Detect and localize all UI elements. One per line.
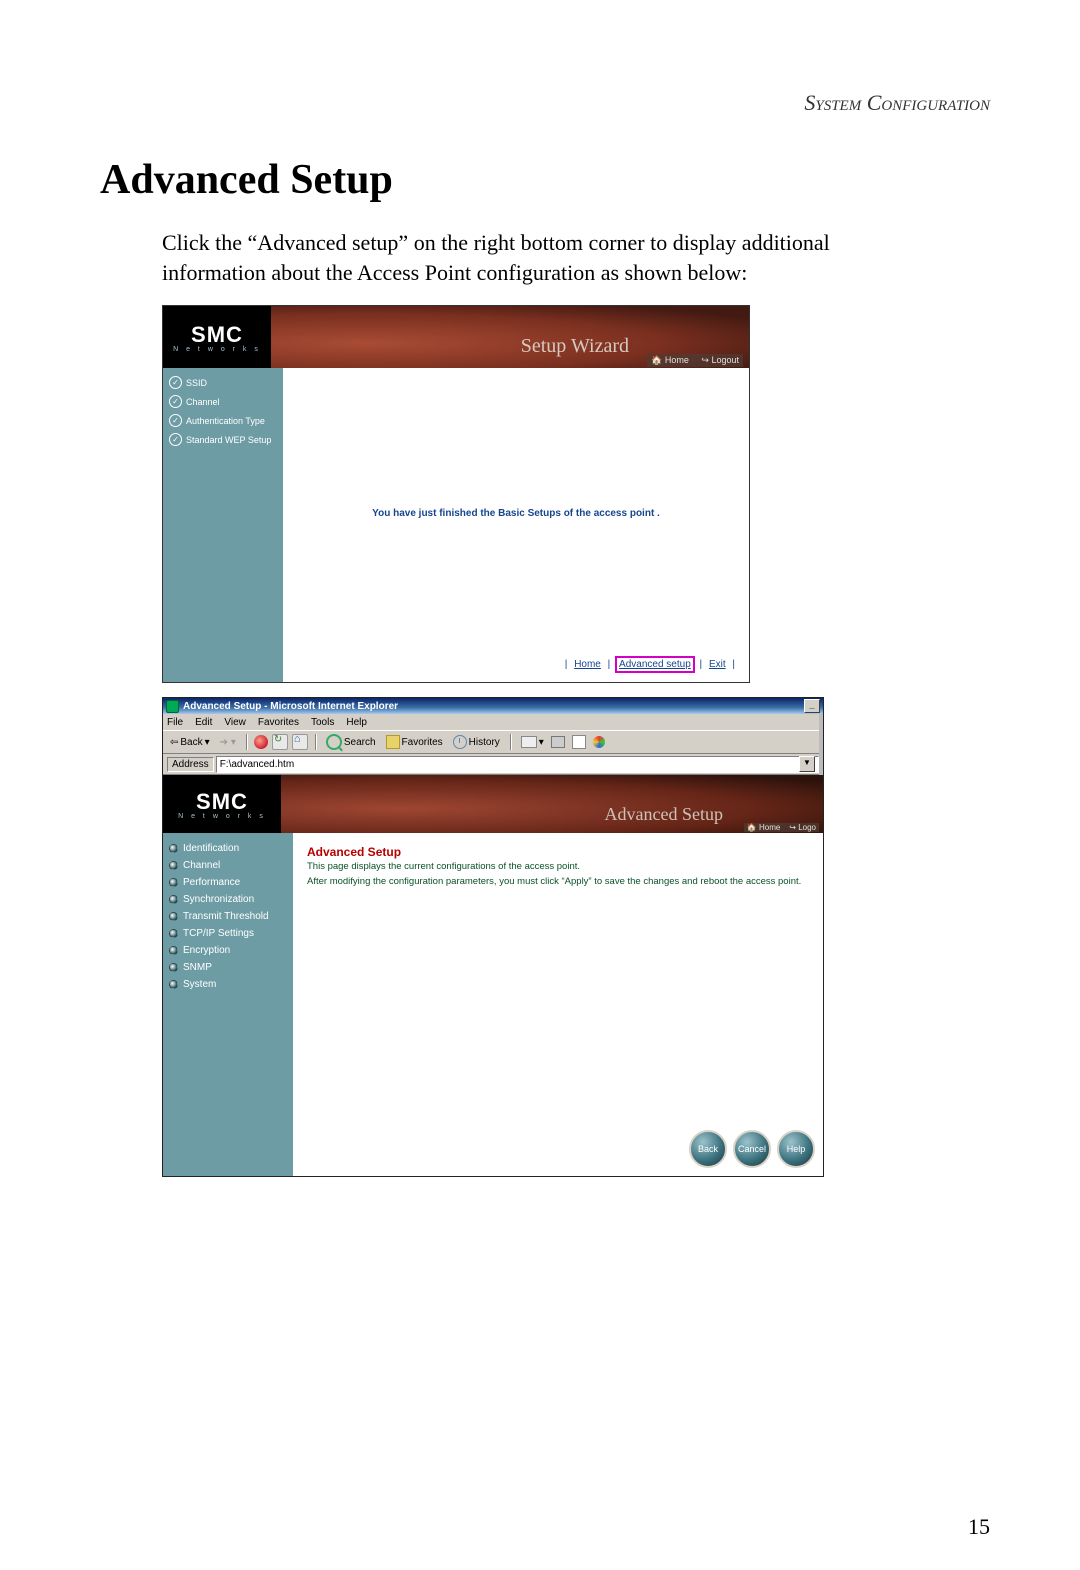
wizard-exit-link[interactable]: Exit [707,658,728,671]
check-icon: ✓ [169,395,182,408]
check-icon: ✓ [169,414,182,427]
banner-home-link[interactable]: 🏠 Home [651,355,689,365]
content-heading: Advanced Setup [307,845,809,859]
menu-file[interactable]: File [167,717,183,728]
window-titlebar: Advanced Setup - Microsoft Internet Expl… [163,698,823,714]
sidebar-item-auth-type[interactable]: ✓Authentication Type [169,414,277,427]
banner-links: 🏠 Home ↪ Logout [647,354,743,367]
bullet-icon [169,861,178,870]
banner-logout-link[interactable]: ↪ Logo [789,823,816,832]
home-icon[interactable] [292,734,308,750]
sidebar-item-system[interactable]: System [169,979,287,990]
bullet-icon [169,844,178,853]
search-button[interactable]: Search [323,733,379,751]
history-icon [453,735,467,749]
screenshot-setup-wizard: SMC N e t w o r k s Setup Wizard 🏠 Home … [162,305,750,683]
sidebar-item-synchronization[interactable]: Synchronization [169,894,287,905]
menu-edit[interactable]: Edit [195,717,212,728]
address-bar: Address F:\advanced.htm ▼ [163,754,823,775]
bullet-icon [169,980,178,989]
address-label: Address [167,757,214,772]
edit-button[interactable] [569,734,589,750]
banner-title: Advanced Setup [605,804,723,825]
action-buttons: Back Cancel Help [689,1130,815,1168]
favorites-icon [386,735,400,749]
bullet-icon [169,946,178,955]
window-title: Advanced Setup - Microsoft Internet Expl… [183,701,802,712]
banner: Advanced Setup 🏠 Home ↪ Logo [281,775,823,833]
wizard-finished-message: You have just finished the Basic Setups … [283,508,749,519]
menu-tools[interactable]: Tools [311,717,334,728]
sidebar-item-tcpip[interactable]: TCP/IP Settings [169,928,287,939]
bullet-icon [169,878,178,887]
address-dropdown-icon[interactable]: ▼ [799,756,815,772]
forward-button[interactable]: ➔ ▾ [217,736,239,749]
intro-paragraph: Click the “Advanced setup” on the right … [162,228,922,287]
smc-logo: SMC N e t w o r k s [163,775,281,833]
help-round-button[interactable]: Help [777,1130,815,1168]
back-button[interactable]: ⇦ Back ▾ [167,736,213,749]
page-title: Advanced Setup [100,156,990,204]
bullet-icon [169,895,178,904]
sidebar-item-wep[interactable]: ✓Standard WEP Setup [169,433,277,446]
banner: Setup Wizard 🏠 Home ↪ Logout [271,306,749,368]
logo-text: SMC [191,322,243,348]
content-line-2: After modifying the configuration parame… [307,876,809,888]
sidebar-item-snmp[interactable]: SNMP [169,962,287,973]
sidebar-item-encryption[interactable]: Encryption [169,945,287,956]
refresh-icon[interactable] [272,734,288,750]
bullet-icon [169,929,178,938]
wizard-home-link[interactable]: Home [572,658,603,671]
page-number: 15 [968,1514,990,1540]
favorites-button[interactable]: Favorites [383,734,446,750]
sidebar-item-channel[interactable]: Channel [169,860,287,871]
wizard-footer-links: | Home | Advanced setup | Exit | [565,659,735,670]
history-button[interactable]: History [450,734,503,750]
wizard-content: You have just finished the Basic Setups … [283,368,749,682]
menu-favorites[interactable]: Favorites [258,717,299,728]
sidebar-item-channel[interactable]: ✓Channel [169,395,277,408]
messenger-icon[interactable] [593,736,605,748]
logo-subtext: N e t w o r k s [173,346,261,353]
smc-logo: SMC N e t w o r k s [163,306,271,368]
mail-icon [521,736,537,748]
check-icon: ✓ [169,376,182,389]
section-header: System Configuration [100,90,990,116]
banner-links: 🏠 Home ↪ Logo [744,823,819,832]
bullet-icon [169,963,178,972]
screenshot-ie-advanced-setup: Advanced Setup - Microsoft Internet Expl… [162,697,824,1177]
wizard-sidebar: ✓SSID ✓Channel ✓Authentication Type ✓Sta… [163,368,283,682]
sidebar-item-performance[interactable]: Performance [169,877,287,888]
check-icon: ✓ [169,433,182,446]
sidebar-item-transmit-threshold[interactable]: Transmit Threshold [169,911,287,922]
menubar: File Edit View Favorites Tools Help [163,714,823,730]
mail-button[interactable]: ▾ [518,735,547,749]
bullet-icon [169,912,178,921]
banner-home-link[interactable]: 🏠 Home [747,823,781,832]
ie-icon [166,700,179,713]
banner-title: Setup Wizard [521,335,629,358]
search-icon [326,734,342,750]
wizard-advanced-setup-link[interactable]: Advanced setup [615,656,695,673]
advanced-sidebar: Identification Channel Performance Synch… [163,833,293,1176]
toolbar: ⇦ Back ▾ ➔ ▾ Search Favorites History ▾ [163,730,823,754]
banner-logout-link[interactable]: ↪ Logout [701,355,739,365]
back-round-button[interactable]: Back [689,1130,727,1168]
cancel-round-button[interactable]: Cancel [733,1130,771,1168]
sidebar-item-ssid[interactable]: ✓SSID [169,376,277,389]
content-line-1: This page displays the current configura… [307,861,809,873]
sidebar-item-identification[interactable]: Identification [169,843,287,854]
address-value: F:\advanced.htm [220,759,294,770]
advanced-content: Advanced Setup This page displays the cu… [293,833,823,1176]
menu-view[interactable]: View [224,717,246,728]
menu-help[interactable]: Help [346,717,367,728]
stop-icon[interactable] [254,735,268,749]
minimize-button[interactable]: _ [804,699,820,713]
print-icon[interactable] [551,736,565,748]
logo-text: SMC [196,789,248,815]
address-input[interactable]: F:\advanced.htm ▼ [216,756,819,773]
logo-subtext: N e t w o r k s [178,813,266,820]
edit-icon [572,735,586,749]
